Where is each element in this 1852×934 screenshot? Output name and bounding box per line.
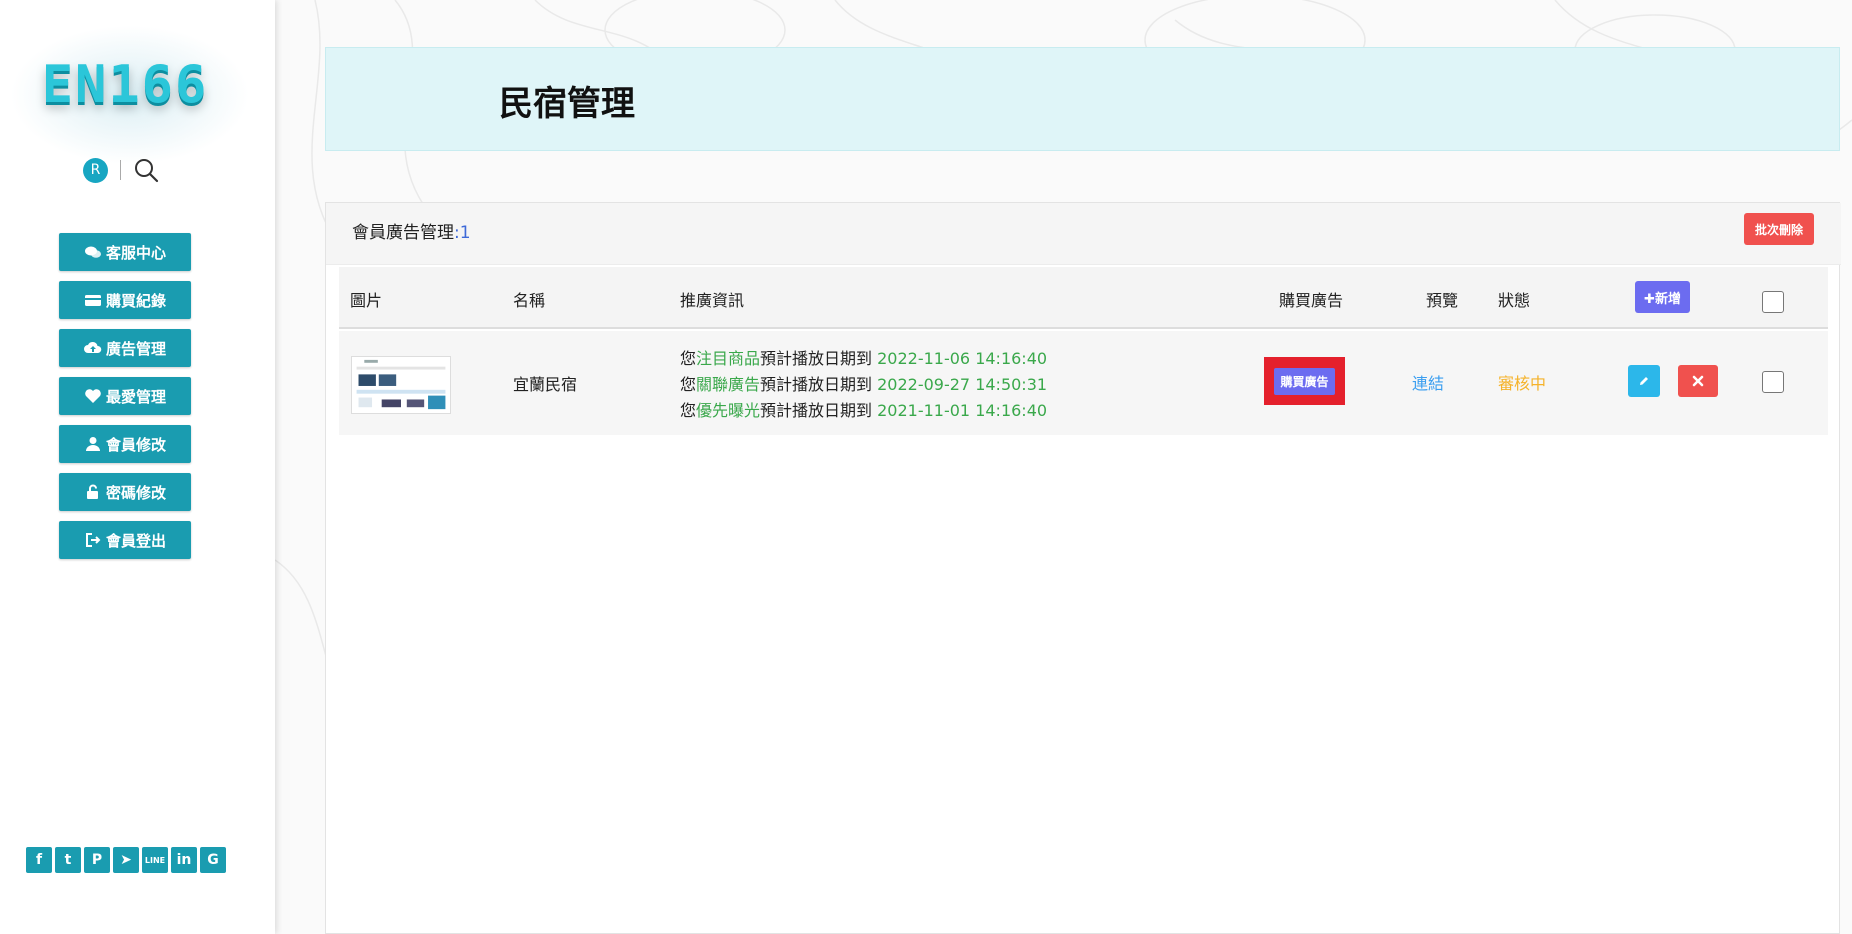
ad-thumbnail-image[interactable]: [351, 356, 451, 414]
unlock-icon: [86, 484, 98, 499]
linkedin-icon[interactable]: in: [171, 847, 197, 873]
telegram-icon[interactable]: ➤: [113, 847, 139, 873]
heart-icon: [85, 389, 101, 403]
info-middle: 預計播放日期到: [760, 375, 878, 394]
site-logo[interactable]: EN166: [0, 55, 250, 115]
row-select-checkbox[interactable]: [1762, 371, 1784, 393]
table-row: 宜蘭民宿 您注目商品預計播放日期到 2022-11-06 14:16:40 您關…: [339, 331, 1828, 435]
social-links: f t P ➤ LINE in G: [26, 847, 229, 873]
column-header-preview: 預覽: [1426, 291, 1459, 310]
menu-purchase-history-button[interactable]: 購買紀錄: [59, 281, 191, 319]
info-prefix: 您: [680, 401, 697, 420]
info-prefix: 您: [680, 375, 697, 394]
status-text: 審核中: [1498, 374, 1547, 393]
tool-divider: [120, 160, 121, 180]
panel-title-text: 會員廣告管理: [352, 223, 454, 243]
column-header-name: 名稱: [513, 291, 546, 310]
cloud-upload-icon: [83, 341, 102, 353]
info-middle: 預計播放日期到: [760, 349, 878, 368]
batch-delete-button[interactable]: 批次刪除: [1744, 213, 1814, 245]
comments-icon: [84, 246, 101, 258]
pinterest-icon[interactable]: P: [84, 847, 110, 873]
menu-logout-button[interactable]: 會員登出: [59, 521, 191, 559]
ad-name: 宜蘭民宿: [513, 375, 578, 394]
page-header: 民宿管理: [325, 47, 1840, 151]
close-icon: [1692, 375, 1704, 387]
sign-out-icon: [85, 533, 101, 547]
sidebar-tools: R: [83, 156, 159, 184]
menu-label: 購買紀錄: [105, 291, 166, 310]
user-icon: [85, 437, 100, 451]
table-header: 圖片 名稱 推廣資訊 購買廣告 預覽 狀態 ✚新增: [339, 267, 1828, 329]
menu-label: 廣告管理: [105, 339, 166, 358]
select-all-checkbox[interactable]: [1762, 291, 1784, 313]
sidebar: EN166 R 客服中心 購買紀錄 廣告管理 最愛管理 會員修改 密碼修改 會員…: [0, 0, 275, 934]
search-icon[interactable]: [133, 157, 159, 183]
delete-button[interactable]: [1678, 365, 1718, 397]
menu-label: 會員修改: [105, 435, 166, 454]
info-date: 2021-11-01 14:16:40: [877, 401, 1048, 420]
promo-info-line: 您優先曝光預計播放日期到 2021-11-01 14:16:40: [680, 397, 1047, 421]
promo-info-line: 您注目商品預計播放日期到 2022-11-06 14:16:40: [680, 345, 1047, 369]
add-button[interactable]: ✚新增: [1635, 281, 1690, 313]
google-icon[interactable]: G: [200, 847, 226, 873]
info-prefix: 您: [680, 349, 697, 368]
info-date: 2022-09-27 14:50:31: [877, 375, 1048, 394]
menu-customer-service-button[interactable]: 客服中心: [59, 233, 191, 271]
edit-button[interactable]: [1628, 365, 1660, 397]
page-root: EN166 R 客服中心 購買紀錄 廣告管理 最愛管理 會員修改 密碼修改 會員…: [0, 0, 1852, 934]
column-header-status: 狀態: [1498, 291, 1531, 310]
info-middle: 預計播放日期到: [760, 401, 878, 420]
menu-label: 客服中心: [105, 243, 166, 262]
menu-favorites-button[interactable]: 最愛管理: [59, 377, 191, 415]
panel-header: 會員廣告管理:1 批次刪除: [326, 203, 1841, 265]
twitter-icon[interactable]: t: [55, 847, 81, 873]
panel-count: 1: [459, 223, 471, 243]
info-type: 優先曝光: [696, 401, 761, 420]
menu-ad-management-button[interactable]: 廣告管理: [59, 329, 191, 367]
info-type: 關聯廣告: [696, 375, 761, 394]
buy-ad-button[interactable]: 購買廣告: [1274, 367, 1335, 395]
menu-change-password-button[interactable]: 密碼修改: [59, 473, 191, 511]
panel-title: 會員廣告管理:1: [352, 218, 471, 243]
menu-label: 最愛管理: [105, 387, 166, 406]
column-header-image: 圖片: [350, 291, 383, 310]
card-icon: [84, 295, 101, 306]
promo-info-line: 您關聯廣告預計播放日期到 2022-09-27 14:50:31: [680, 371, 1047, 395]
menu-label: 會員登出: [105, 531, 166, 550]
menu-label: 密碼修改: [105, 483, 166, 502]
column-header-buy: 購買廣告: [1279, 291, 1344, 310]
facebook-icon[interactable]: f: [26, 847, 52, 873]
pencil-icon: [1640, 377, 1648, 385]
sidebar-menu: 客服中心 購買紀錄 廣告管理 最愛管理 會員修改 密碼修改 會員登出: [59, 233, 191, 569]
page-title: 民宿管理: [499, 84, 635, 124]
avatar[interactable]: R: [83, 157, 108, 183]
line-icon[interactable]: LINE: [142, 847, 168, 873]
menu-edit-profile-button[interactable]: 會員修改: [59, 425, 191, 463]
preview-link[interactable]: 連結: [1412, 370, 1444, 394]
column-header-info: 推廣資訊: [680, 291, 745, 310]
ad-management-panel: 會員廣告管理:1 批次刪除 圖片 名稱 推廣資訊 購買廣告 預覽 狀態 ✚新增: [325, 202, 1841, 934]
buy-ad-highlight: 購買廣告: [1264, 357, 1345, 405]
info-date: 2022-11-06 14:16:40: [877, 349, 1048, 368]
info-type: 注目商品: [696, 349, 761, 368]
